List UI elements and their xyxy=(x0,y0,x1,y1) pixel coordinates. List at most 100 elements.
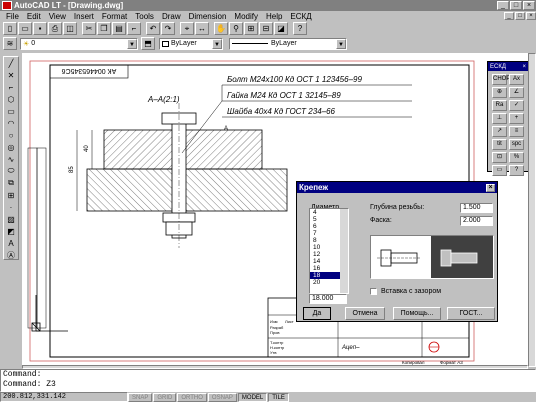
gap-checkbox-label: Вставка с зазором xyxy=(381,288,442,295)
menu-view[interactable]: View xyxy=(45,12,70,21)
rectangle-icon[interactable]: ▭ xyxy=(4,105,18,117)
print-preview-icon[interactable]: ◫ xyxy=(63,22,77,35)
menu-file[interactable]: File xyxy=(2,12,23,21)
eskd-btn-axis[interactable]: Ax xyxy=(509,74,524,85)
eskd-btn-perp[interactable]: ⊥ xyxy=(492,113,507,124)
cancel-button[interactable]: Отмена xyxy=(345,307,385,320)
eskd-btn-check[interactable]: ✓ xyxy=(509,100,524,111)
help-icon[interactable]: ? xyxy=(293,22,307,35)
menu-eskd[interactable]: ЕСКД xyxy=(286,12,315,21)
eskd-btn-frame[interactable]: ⊡ xyxy=(492,152,507,163)
eskd-btn-cross[interactable]: + xyxy=(509,113,524,124)
zoom-realtime-icon[interactable]: ⚲ xyxy=(229,22,243,35)
mtext-icon[interactable]: Ⓐ xyxy=(4,249,18,261)
make-block-icon[interactable]: ⊞ xyxy=(4,189,18,201)
menu-tools[interactable]: Tools xyxy=(131,12,158,21)
menu-dimension[interactable]: Dimension xyxy=(185,12,231,21)
polygon-icon[interactable]: ⬡ xyxy=(4,93,18,105)
ortho-toggle[interactable]: ORTHO xyxy=(177,392,207,402)
undo-icon[interactable]: ↶ xyxy=(146,22,160,35)
model-toggle[interactable]: MODEL xyxy=(237,392,268,402)
menu-edit[interactable]: Edit xyxy=(23,12,45,21)
color-dropdown[interactable]: ByLayer ▼ xyxy=(159,37,223,50)
distance-icon[interactable]: ↔ xyxy=(195,22,209,35)
tile-toggle[interactable]: TILE xyxy=(268,392,289,402)
eskd-btn-title[interactable]: tit xyxy=(492,139,507,150)
eskd-btn-spec[interactable]: spc xyxy=(509,139,524,150)
ellipse-icon[interactable]: ⬭ xyxy=(4,165,18,177)
new-file-icon[interactable]: ▯ xyxy=(3,22,17,35)
chamfer-input[interactable]: 2.000 xyxy=(460,216,493,226)
chevron-down-icon: ▼ xyxy=(127,38,137,49)
thread-depth-input[interactable]: 1.500 xyxy=(460,203,493,213)
make-current-layer-icon[interactable]: ⬒ xyxy=(141,37,155,50)
ok-button[interactable]: Да xyxy=(303,307,331,320)
paste-icon[interactable]: ▤ xyxy=(112,22,126,35)
menu-format[interactable]: Format xyxy=(98,12,131,21)
snap-from-icon[interactable]: ⌖ xyxy=(180,22,194,35)
eskd-toolbar: ЕСКД × CHOP Ax ⊕ ∠ Ra ✓ ⊥ + ↗ ≡ tit spc … xyxy=(487,61,529,176)
cut-icon[interactable]: ✂ xyxy=(82,22,96,35)
doc-minimize-button[interactable]: _ xyxy=(504,12,514,20)
menu-help[interactable]: Help xyxy=(262,12,286,21)
pan-icon[interactable]: ✋ xyxy=(214,22,228,35)
autocad-app-icon[interactable] xyxy=(2,1,12,10)
close-button[interactable]: × xyxy=(523,1,535,10)
command-input-line[interactable]: Command: Z3 xyxy=(1,380,535,390)
dialog-close-button[interactable]: × xyxy=(486,183,495,192)
match-properties-icon[interactable]: ⌐ xyxy=(127,22,141,35)
doc-close-button[interactable]: × xyxy=(526,12,536,20)
zoom-previous-icon[interactable]: ⊟ xyxy=(259,22,273,35)
eskd-btn-leader[interactable]: ↗ xyxy=(492,126,507,137)
doc-restore-button[interactable]: □ xyxy=(515,12,525,20)
section-small-label: А xyxy=(224,126,228,132)
eskd-btn-chop[interactable]: CHOP xyxy=(492,74,510,85)
menu-insert[interactable]: Insert xyxy=(70,12,98,21)
snap-toggle[interactable]: SNAP xyxy=(128,392,153,402)
eskd-btn-lines[interactable]: ≡ xyxy=(509,126,524,137)
donut-icon[interactable]: ◎ xyxy=(4,141,18,153)
aerial-view-icon[interactable]: ◪ xyxy=(274,22,288,35)
polyline-icon[interactable]: ⌐ xyxy=(4,81,18,93)
line-icon[interactable]: ╱ xyxy=(4,57,18,69)
open-file-icon[interactable]: ▭ xyxy=(18,22,32,35)
circle-icon[interactable]: ○ xyxy=(4,129,18,141)
arc-icon[interactable]: ◠ xyxy=(4,117,18,129)
eskd-btn-roughness[interactable]: Ra xyxy=(492,100,507,111)
point-icon[interactable]: · xyxy=(4,201,18,213)
diameter-input[interactable]: 18.000 xyxy=(309,294,347,304)
construction-line-icon[interactable]: ✕ xyxy=(4,69,18,81)
help-button[interactable]: Помощь... xyxy=(393,307,441,320)
layers-icon[interactable]: ≋ xyxy=(3,37,17,50)
eskd-btn-percent[interactable]: % xyxy=(509,152,524,163)
save-icon[interactable]: ▪ xyxy=(33,22,47,35)
dialog-title-bar: Крепеж × xyxy=(297,182,497,193)
menu-draw[interactable]: Draw xyxy=(158,12,185,21)
region-icon[interactable]: ◩ xyxy=(4,225,18,237)
eskd-btn-angle[interactable]: ∠ xyxy=(509,87,524,98)
eskd-close-icon[interactable]: × xyxy=(522,64,526,70)
gost-button[interactable]: ГОСТ... xyxy=(447,307,495,320)
command-line[interactable]: Command: Command: Z3 xyxy=(0,369,536,392)
gap-checkbox[interactable] xyxy=(370,288,377,295)
linetype-dropdown[interactable]: ByLayer ▼ xyxy=(229,37,347,50)
hatch-icon[interactable]: ▨ xyxy=(4,213,18,225)
minimize-button[interactable]: _ xyxy=(497,1,509,10)
insert-block-icon[interactable]: ⧉ xyxy=(4,177,18,189)
eskd-btn-help[interactable]: ? xyxy=(509,165,524,176)
osnap-toggle[interactable]: OSNAP xyxy=(207,392,237,402)
maximize-button[interactable]: □ xyxy=(510,1,522,10)
copy-icon[interactable]: ❐ xyxy=(97,22,111,35)
eskd-btn-box[interactable]: ▭ xyxy=(492,165,507,176)
print-icon[interactable]: ⎙ xyxy=(48,22,62,35)
text-icon[interactable]: A xyxy=(4,237,18,249)
diameter-list-scrollbar[interactable] xyxy=(340,209,348,293)
layer-dropdown[interactable]: ☀ 0 ▼ xyxy=(20,37,138,50)
eskd-btn-center[interactable]: ⊕ xyxy=(492,87,507,98)
menu-modify[interactable]: Modify xyxy=(230,12,262,21)
grid-toggle[interactable]: GRID xyxy=(153,392,177,402)
vertical-scrollbar[interactable] xyxy=(528,53,536,367)
redo-icon[interactable]: ↷ xyxy=(161,22,175,35)
spline-icon[interactable]: ∿ xyxy=(4,153,18,165)
zoom-window-icon[interactable]: ⊞ xyxy=(244,22,258,35)
